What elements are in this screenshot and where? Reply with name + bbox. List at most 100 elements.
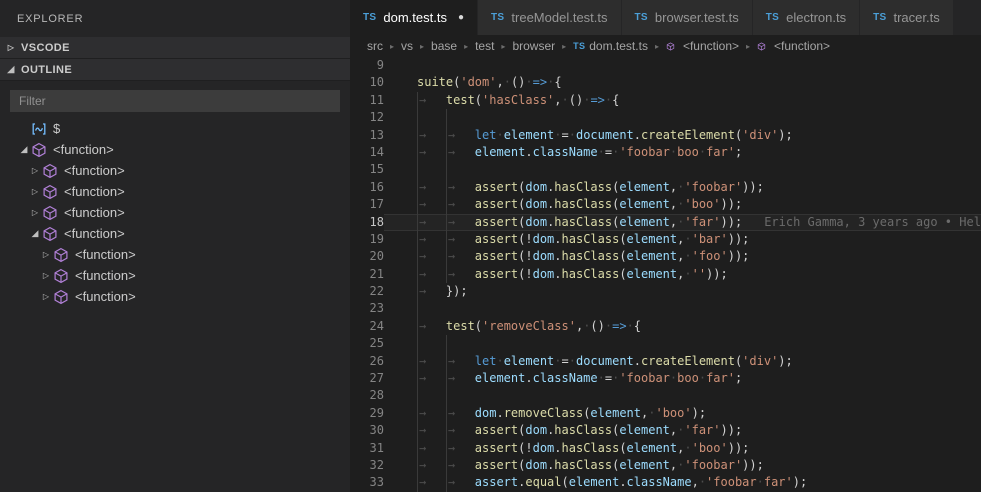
breadcrumb-label: <function> (683, 39, 739, 53)
code-line-15[interactable]: 15 (350, 161, 981, 178)
code-line-10[interactable]: 10suite('dom',·()·=>·{ (350, 74, 981, 91)
tab-whitespace-icon: → (446, 440, 475, 457)
outline-item-label: $ (53, 121, 60, 136)
breadcrumb-item-test[interactable]: test (475, 39, 494, 53)
code-line-14[interactable]: 14→→element.className·=·'foobar·boo·far'… (350, 144, 981, 161)
outline-item[interactable]: ▷<function> (0, 286, 350, 307)
breadcrumb-item-dom.test.ts[interactable]: TSdom.test.ts (573, 39, 648, 53)
code-token: ); (692, 406, 706, 420)
code-line-20[interactable]: 20→→assert(!dom.hasClass(element,·'foo')… (350, 248, 981, 265)
code-token: hasClass (562, 441, 620, 455)
code-line-26[interactable]: 26→→let·element·=·document.createElement… (350, 353, 981, 370)
outline-item[interactable]: ▷<function> (0, 202, 350, 223)
twisty-collapsed-icon[interactable]: ▷ (40, 250, 52, 259)
code-line-30[interactable]: 30→→assert(dom.hasClass(element,·'far'))… (350, 422, 981, 439)
tab-browser.test.ts[interactable]: TSbrowser.test.ts (622, 0, 752, 35)
outline-item[interactable]: ▷<function> (0, 244, 350, 265)
code-token: (! (518, 267, 532, 281)
breadcrumb-item-browser[interactable]: browser (512, 39, 555, 53)
code-token: assert (475, 475, 518, 489)
code-line-31[interactable]: 31→→assert(!dom.hasClass(element,·'boo')… (350, 440, 981, 457)
modified-dot-icon[interactable]: ● (458, 13, 464, 23)
code-line-content: →→let·element·=·document.createElement('… (384, 353, 981, 370)
twisty-collapsed-icon[interactable]: ▷ (40, 292, 52, 301)
breadcrumb-item-function[interactable]: <function> (757, 39, 830, 53)
breadcrumb-item-vs[interactable]: vs (401, 39, 413, 53)
code-token: · (627, 319, 634, 333)
code-line-21[interactable]: 21→→assert(!dom.hasClass(element,·'')); (350, 266, 981, 283)
section-header-vscode[interactable]: ▷ VSCODE (0, 37, 350, 59)
tab-whitespace-icon: → (417, 127, 446, 144)
code-line-33[interactable]: 33→→assert.equal(element.className,·'foo… (350, 474, 981, 491)
code-token: )); (742, 458, 764, 472)
code-token: (! (518, 249, 532, 263)
code-token: boo (677, 145, 699, 159)
section-header-outline[interactable]: ◢ OUTLINE (0, 59, 350, 81)
code-line-29[interactable]: 29→→dom.removeClass(element,·'boo'); (350, 405, 981, 422)
breadcrumb-item-src[interactable]: src (367, 39, 383, 53)
code-token: , (496, 75, 503, 89)
code-token: dom (533, 441, 555, 455)
tab-electron.ts[interactable]: TSelectron.ts (753, 0, 859, 35)
outline-item[interactable]: ◢<function> (0, 223, 350, 244)
twisty-collapsed-icon[interactable]: ▷ (29, 166, 41, 175)
outline-item[interactable]: ▷<function> (0, 265, 350, 286)
code-line-27[interactable]: 27→→element.className·=·'foobar·boo·far'… (350, 370, 981, 387)
twisty-collapsed-icon[interactable]: ▷ (40, 271, 52, 280)
outline-item[interactable]: ▷<function> (0, 181, 350, 202)
outline-item[interactable]: ◢<function> (0, 139, 350, 160)
line-number: 28 (350, 387, 384, 404)
code-token: 'dom' (460, 75, 496, 89)
tab-whitespace-icon: → (446, 457, 475, 474)
line-number: 30 (350, 422, 384, 439)
line-number: 24 (350, 318, 384, 335)
tab-treeModel.test.ts[interactable]: TStreeModel.test.ts (478, 0, 621, 35)
tab-whitespace-icon: → (417, 474, 446, 491)
code-token: suite (417, 75, 453, 89)
ts-file-icon: TS (363, 12, 376, 23)
tab-bar: TSdom.test.ts●TStreeModel.test.tsTSbrows… (350, 0, 981, 35)
tab-label: electron.ts (786, 10, 846, 25)
code-line-11[interactable]: 11→test('hasClass',·()·=>·{ (350, 92, 981, 109)
code-line-28[interactable]: 28 (350, 387, 981, 404)
tab-whitespace-icon: → (417, 370, 446, 387)
outline-item[interactable]: ▷<function> (0, 160, 350, 181)
code-line-content: →→assert(dom.hasClass(element,·'far')); (384, 422, 981, 439)
breadcrumb-item-base[interactable]: base (431, 39, 457, 53)
code-line-content (384, 57, 981, 74)
code-line-22[interactable]: 22→}); (350, 283, 981, 300)
chevron-right-icon: ▸ (655, 42, 659, 51)
code-line-13[interactable]: 13→→let·element·=·document.createElement… (350, 127, 981, 144)
outline-filter-input[interactable] (10, 90, 340, 112)
code-token: element (619, 215, 670, 229)
tab-tracer.ts[interactable]: TStracer.ts (860, 0, 953, 35)
tab-dom.test.ts[interactable]: TSdom.test.ts● (350, 0, 477, 35)
code-line-24[interactable]: 24→test('removeClass',·()·=>·{ (350, 318, 981, 335)
outline-item[interactable]: $ (0, 118, 350, 139)
code-token: )); (721, 215, 743, 229)
code-token: createElement (641, 354, 735, 368)
breadcrumb-item-function[interactable]: <function> (666, 39, 739, 53)
twisty-expanded-icon[interactable]: ◢ (18, 144, 30, 155)
code-line-9[interactable]: 9 (350, 57, 981, 74)
code-token: let (475, 354, 497, 368)
code-line-23[interactable]: 23 (350, 300, 981, 317)
code-token: · (598, 145, 605, 159)
code-line-32[interactable]: 32→→assert(dom.hasClass(element,·'foobar… (350, 457, 981, 474)
function-cube-icon (53, 247, 69, 263)
code-line-16[interactable]: 16→→assert(dom.hasClass(element,·'foobar… (350, 179, 981, 196)
code-token: ( (562, 475, 569, 489)
code-line-17[interactable]: 17→→assert(dom.hasClass(element,·'boo'))… (350, 196, 981, 213)
code-token: dom (475, 406, 497, 420)
breadcrumb: src▸vs▸base▸test▸browser▸TSdom.test.ts▸<… (350, 35, 981, 57)
code-line-12[interactable]: 12 (350, 109, 981, 126)
twisty-collapsed-icon[interactable]: ▷ (29, 208, 41, 217)
twisty-collapsed-icon[interactable]: ▷ (29, 187, 41, 196)
tab-whitespace-icon: → (446, 405, 475, 422)
code-line-25[interactable]: 25 (350, 335, 981, 352)
code-token: · (598, 371, 605, 385)
tab-whitespace-icon (446, 335, 475, 352)
code-line-18[interactable]: 18→→assert(dom.hasClass(element,·'far'))… (350, 214, 981, 231)
code-line-19[interactable]: 19→→assert(!dom.hasClass(element,·'bar')… (350, 231, 981, 248)
twisty-expanded-icon[interactable]: ◢ (29, 228, 41, 239)
